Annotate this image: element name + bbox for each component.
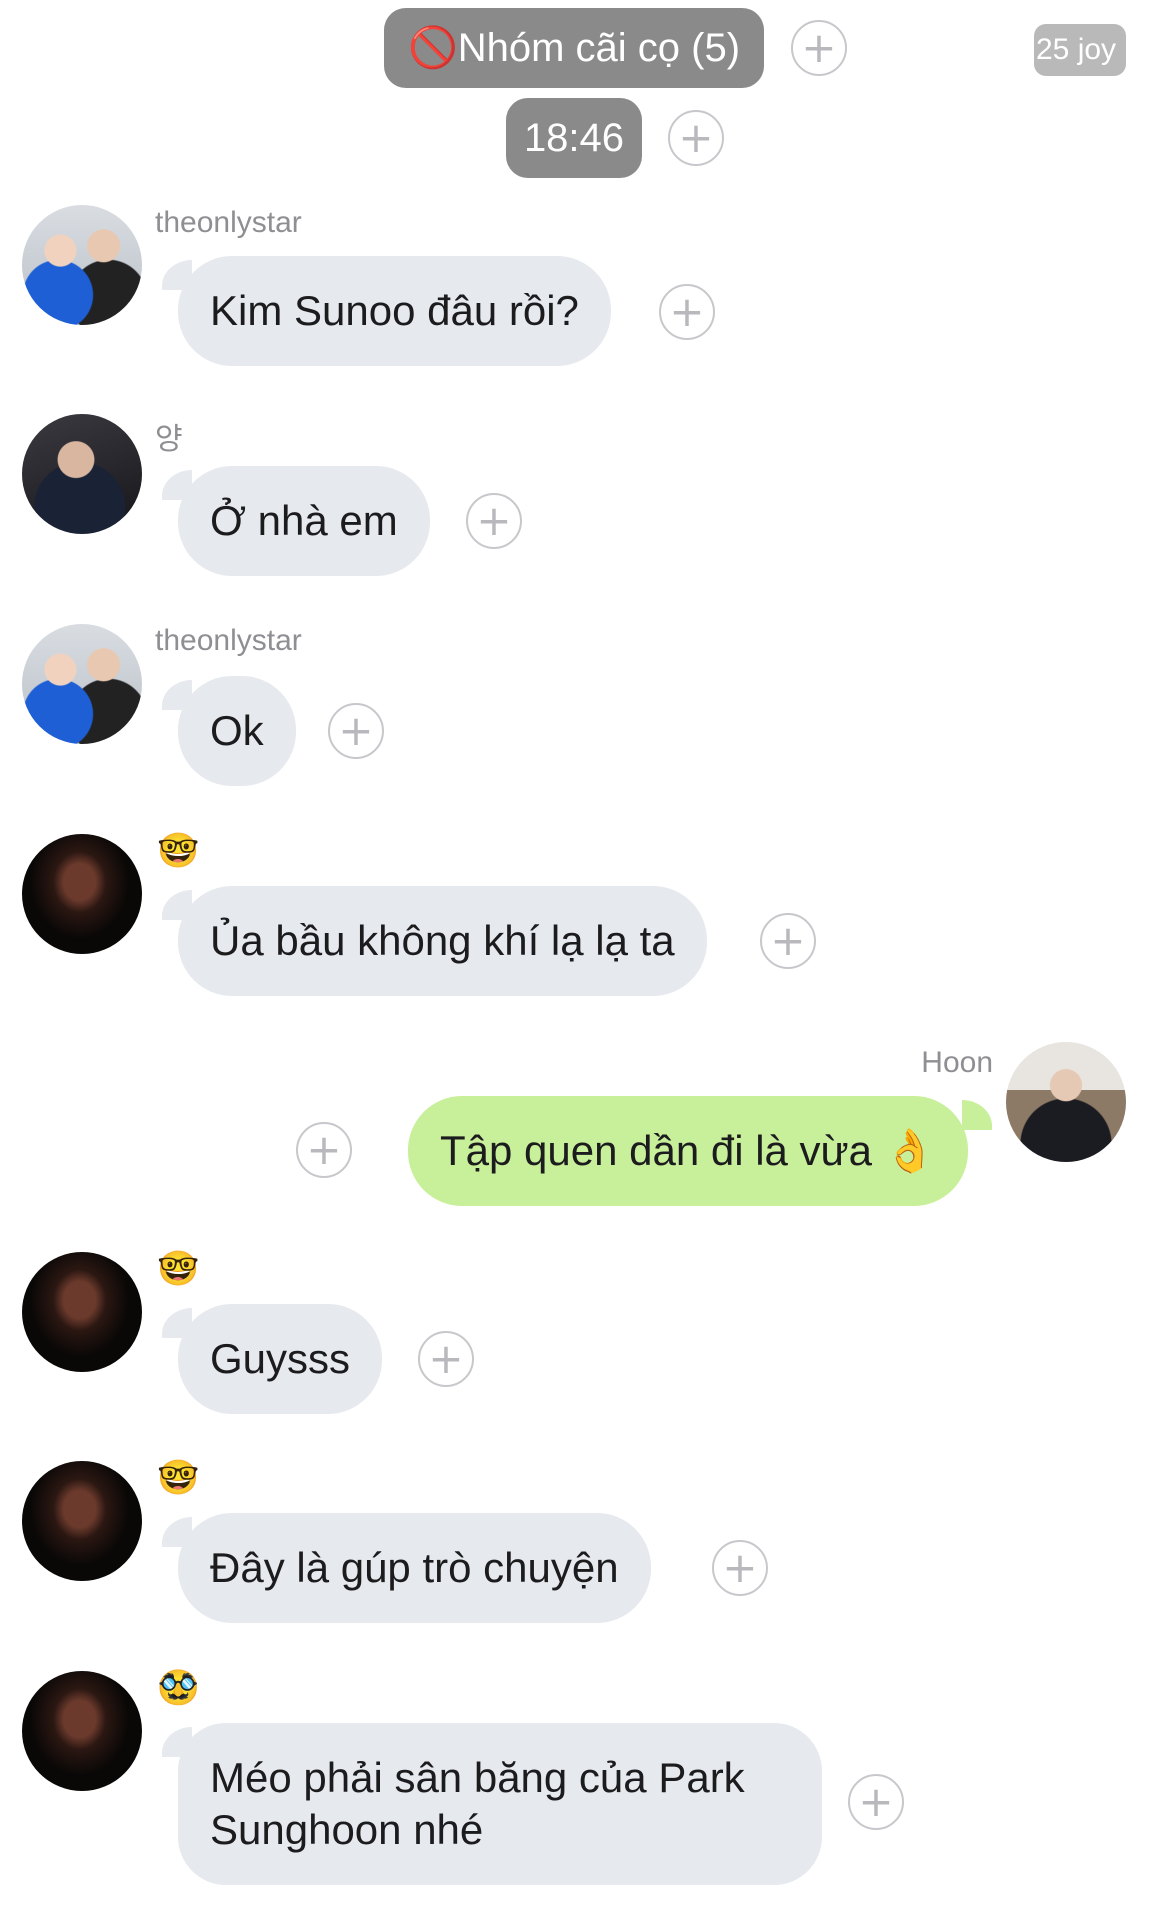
plus-circle-icon[interactable]: + xyxy=(328,703,384,759)
message-text: Ok xyxy=(210,706,264,754)
sender-name: theonlystar xyxy=(155,624,302,657)
message-bubble[interactable]: Ở nhà em xyxy=(178,466,430,576)
sender-name: 양 xyxy=(155,423,183,456)
message-bubble[interactable]: Ủa bầu không khí lạ lạ ta xyxy=(178,886,707,996)
message-text: Tập quen dần đi là vừa 👌 xyxy=(439,1126,936,1174)
message-bubble[interactable]: Đây là gúp trò chuyện xyxy=(178,1513,651,1623)
sender-emoji: 🤓 xyxy=(157,1459,200,1497)
message-text: Méo phải sân băng của Park Sunghoon nhé xyxy=(210,1753,745,1854)
message-text: Ủa bầu không khí lạ lạ ta xyxy=(210,916,675,964)
avatar[interactable] xyxy=(22,205,142,325)
plus-circle-icon[interactable]: + xyxy=(791,20,847,76)
avatar[interactable] xyxy=(22,834,142,954)
plus-circle-icon[interactable]: + xyxy=(466,493,522,549)
avatar[interactable] xyxy=(22,1671,142,1791)
group-title-pill: 🚫Nhóm cãi cọ (5) xyxy=(384,8,764,88)
message-text: Ở nhà em xyxy=(210,496,398,544)
avatar[interactable] xyxy=(1006,1042,1126,1162)
message-bubble[interactable]: Ok xyxy=(178,676,296,786)
corner-stamp: 25 joy xyxy=(1034,24,1126,76)
plus-circle-icon[interactable]: + xyxy=(848,1774,904,1830)
avatar[interactable] xyxy=(22,1461,142,1581)
plus-circle-icon[interactable]: + xyxy=(296,1122,352,1178)
plus-circle-icon[interactable]: + xyxy=(668,110,724,166)
avatar[interactable] xyxy=(22,624,142,744)
message-text: Guysss xyxy=(210,1334,351,1382)
message-bubble[interactable]: Tập quen dần đi là vừa 👌 xyxy=(407,1096,968,1206)
message-bubble[interactable]: Guysss xyxy=(178,1304,383,1414)
message-text: Kim Sunoo đâu rồi? xyxy=(210,286,579,334)
time-pill: 18:46 xyxy=(506,98,642,178)
plus-circle-icon[interactable]: + xyxy=(418,1331,474,1387)
message-text: Đây là gúp trò chuyện xyxy=(210,1543,619,1591)
sender-emoji: 🥸 xyxy=(157,1669,200,1707)
time-label: 18:46 xyxy=(523,116,625,160)
bubble-tail xyxy=(962,1100,992,1130)
sender-emoji: 🤓 xyxy=(157,832,200,870)
sender-emoji: 🤓 xyxy=(157,1250,200,1288)
sender-name: theonlystar xyxy=(155,206,302,239)
sender-name: Hoon xyxy=(921,1046,993,1079)
avatar[interactable] xyxy=(22,414,142,534)
message-bubble[interactable]: Kim Sunoo đâu rồi? xyxy=(178,256,611,366)
avatar[interactable] xyxy=(22,1252,142,1372)
plus-circle-icon[interactable]: + xyxy=(760,913,816,969)
message-bubble[interactable]: Méo phải sân băng của Park Sunghoon nhé xyxy=(178,1723,822,1885)
group-title: 🚫Nhóm cãi cọ (5) xyxy=(407,26,741,70)
plus-circle-icon[interactable]: + xyxy=(712,1540,768,1596)
plus-circle-icon[interactable]: + xyxy=(659,284,715,340)
